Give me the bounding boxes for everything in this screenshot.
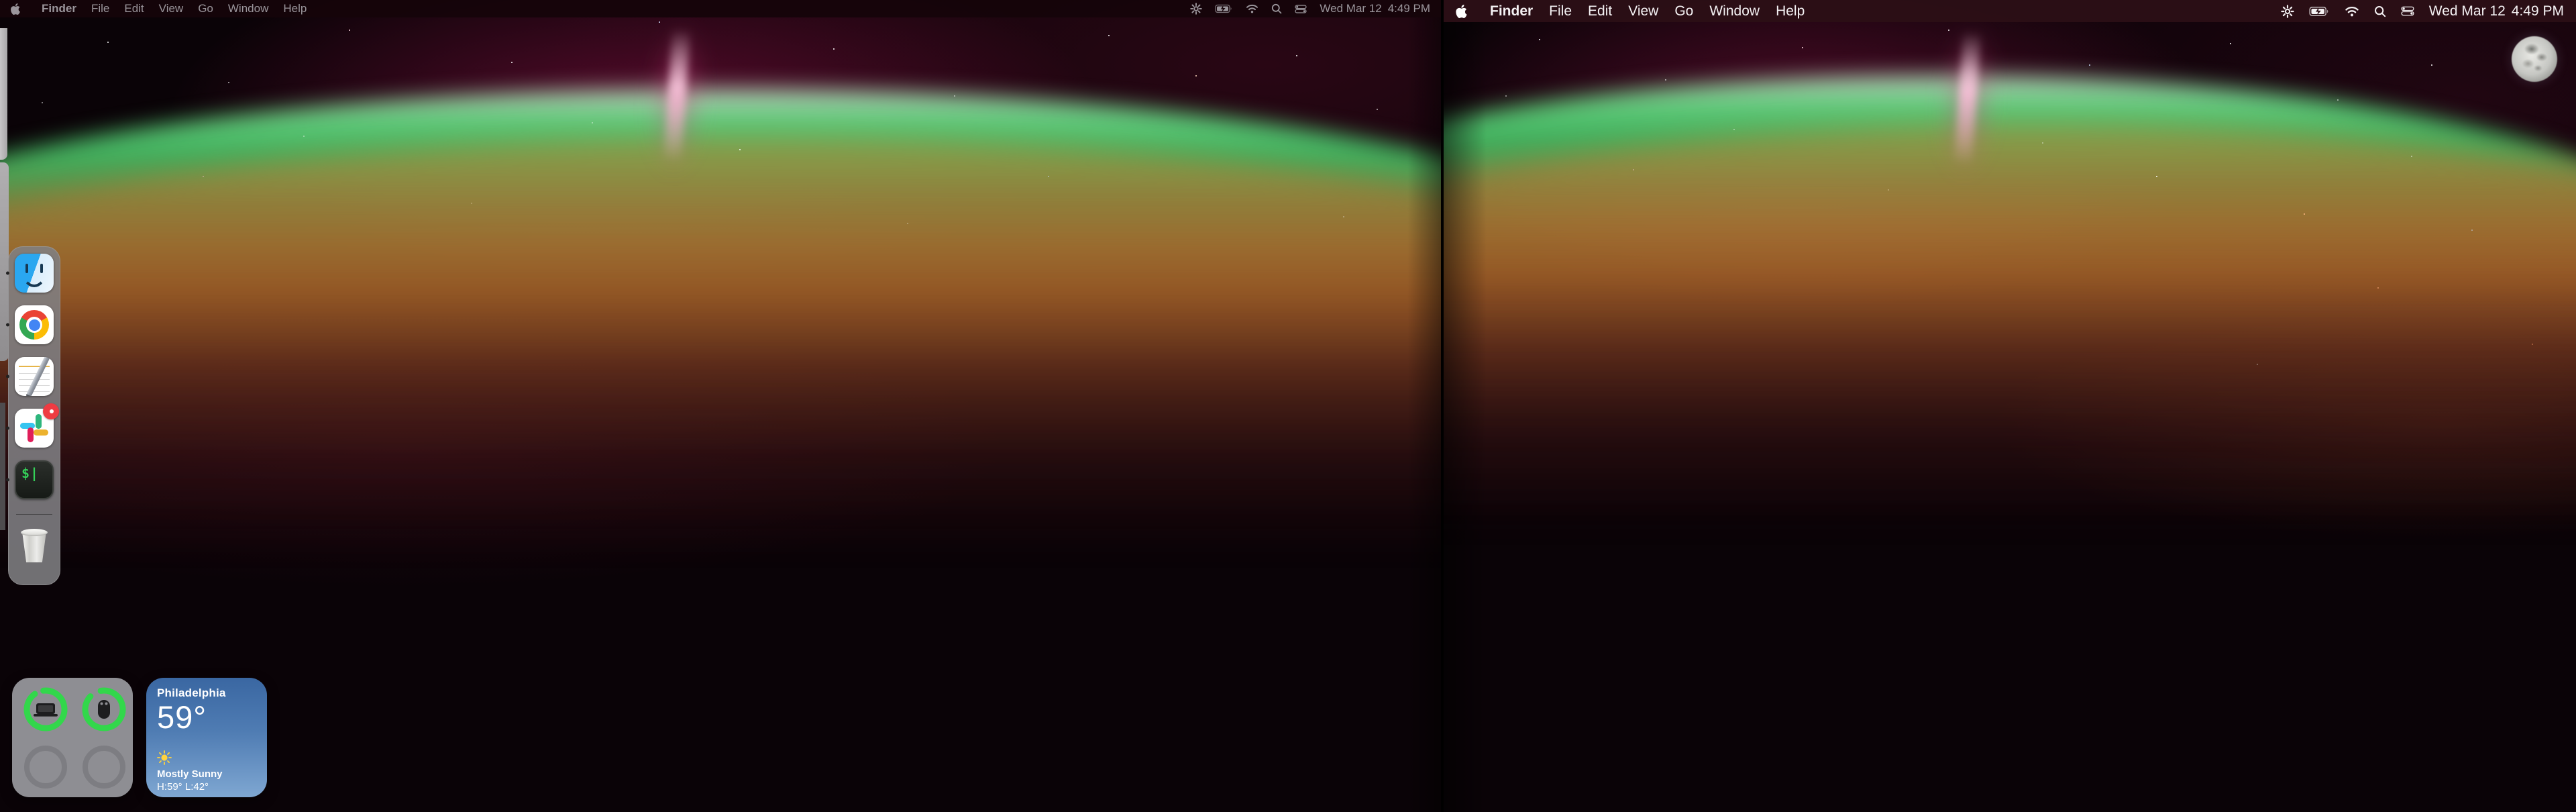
laptop-icon	[34, 703, 58, 717]
wifi-icon[interactable]	[2345, 6, 2359, 17]
menubar-time: 4:49 PM	[1388, 2, 1430, 15]
dock-icon-chrome[interactable]	[15, 305, 54, 344]
battery-charging-icon[interactable]	[1215, 4, 1233, 13]
running-indicator	[6, 323, 9, 327]
desktop-widgets: Philadelphia 59° Mostly Sunny H:59° L:42…	[12, 678, 267, 797]
menu-app-name[interactable]: Finder	[42, 2, 76, 15]
menu-item-window[interactable]: Window	[1709, 3, 1760, 19]
chrome-icon	[15, 305, 54, 344]
running-indicator	[6, 427, 9, 430]
dock-icon-trash[interactable]	[15, 525, 54, 564]
dock: $|	[8, 246, 60, 585]
dock-icon-slack[interactable]	[15, 409, 54, 448]
slack-notification-badge	[43, 403, 59, 419]
apple-icon	[1456, 5, 1467, 18]
finder-icon	[15, 254, 54, 293]
gear-icon[interactable]	[2281, 5, 2294, 18]
battery-rings	[12, 678, 133, 797]
spotlight-search-icon[interactable]	[2374, 5, 2386, 17]
aurora-plume	[1954, 30, 1981, 165]
widget-weather[interactable]: Philadelphia 59° Mostly Sunny H:59° L:42…	[146, 678, 267, 797]
running-indicator	[6, 478, 9, 482]
wallpaper-right	[1444, 0, 2576, 812]
desktop: Finder File Edit View Go Window Help	[0, 0, 2576, 812]
menubar-clock[interactable]: Wed Mar 12 4:49 PM	[2429, 3, 2564, 19]
spotlight-search-icon[interactable]	[1271, 3, 1282, 14]
menu-item-file[interactable]: File	[91, 2, 109, 15]
terminal-prompt: $|	[21, 465, 39, 481]
menu-item-help[interactable]: Help	[283, 2, 307, 15]
weather-high-low: H:59° L:42°	[157, 781, 256, 793]
weather-temperature: 59°	[157, 701, 256, 734]
aurora-plume	[663, 28, 690, 162]
dock-icon-terminal[interactable]: $|	[15, 460, 54, 499]
aurora-orange-band	[1444, 124, 2576, 715]
menu-item-view[interactable]: View	[1628, 3, 1658, 19]
notes-icon	[15, 357, 54, 396]
menubar-time: 4:49 PM	[2512, 3, 2564, 19]
apple-menu[interactable]	[11, 3, 20, 15]
control-center-icon[interactable]	[2401, 6, 2414, 16]
mouse-icon	[98, 700, 110, 719]
menubar-clock[interactable]: Wed Mar 12 4:49 PM	[1320, 2, 1430, 15]
terminal-icon: $|	[15, 460, 54, 499]
widget-batteries[interactable]	[12, 678, 133, 797]
moon	[2512, 36, 2557, 82]
display-right: Finder File Edit View Go Window Help	[1444, 0, 2576, 812]
menu-item-help[interactable]: Help	[1776, 3, 1805, 19]
weather-condition: Mostly Sunny	[157, 768, 256, 780]
apple-icon	[11, 3, 20, 15]
wifi-icon[interactable]	[1246, 4, 1258, 13]
aurora-green-band	[1444, 75, 2576, 679]
display-left: Finder File Edit View Go Window Help	[0, 0, 1441, 812]
sun-icon	[157, 750, 256, 765]
dock-icon-finder[interactable]	[15, 254, 54, 293]
menu-item-go[interactable]: Go	[1674, 3, 1693, 19]
display-right-edge-shade	[1444, 0, 1487, 812]
gear-icon[interactable]	[1190, 3, 1202, 15]
menu-item-view[interactable]: View	[159, 2, 184, 15]
menu-item-window[interactable]: Window	[228, 2, 268, 15]
menu-item-go[interactable]: Go	[198, 2, 213, 15]
menubar-right: Finder File Edit View Go Window Help	[1444, 0, 2576, 22]
control-center-icon[interactable]	[1295, 5, 1307, 13]
menu-item-edit[interactable]: Edit	[124, 2, 144, 15]
menubar-date: Wed Mar 12	[1320, 2, 1381, 15]
menu-item-file[interactable]: File	[1549, 3, 1572, 19]
dock-separator	[16, 514, 52, 515]
menu-item-edit[interactable]: Edit	[1588, 3, 1612, 19]
running-indicator	[6, 375, 9, 378]
aurora-green-band	[0, 89, 1441, 706]
dock-icon-notes[interactable]	[15, 357, 54, 396]
trash-icon	[15, 525, 54, 564]
offscreen-window-edge	[0, 28, 7, 160]
running-indicator	[6, 272, 9, 275]
apple-menu[interactable]	[1456, 5, 1467, 18]
menubar-left: Finder File Edit View Go Window Help	[0, 0, 1441, 17]
menu-app-name[interactable]: Finder	[1490, 3, 1533, 19]
weather-city: Philadelphia	[157, 687, 256, 700]
offscreen-window-edge	[0, 403, 5, 530]
battery-charging-icon[interactable]	[2309, 6, 2330, 17]
menubar-date: Wed Mar 12	[2429, 3, 2506, 19]
aurora-orange-band	[0, 138, 1441, 715]
display-left-edge-shade	[1407, 0, 1441, 812]
